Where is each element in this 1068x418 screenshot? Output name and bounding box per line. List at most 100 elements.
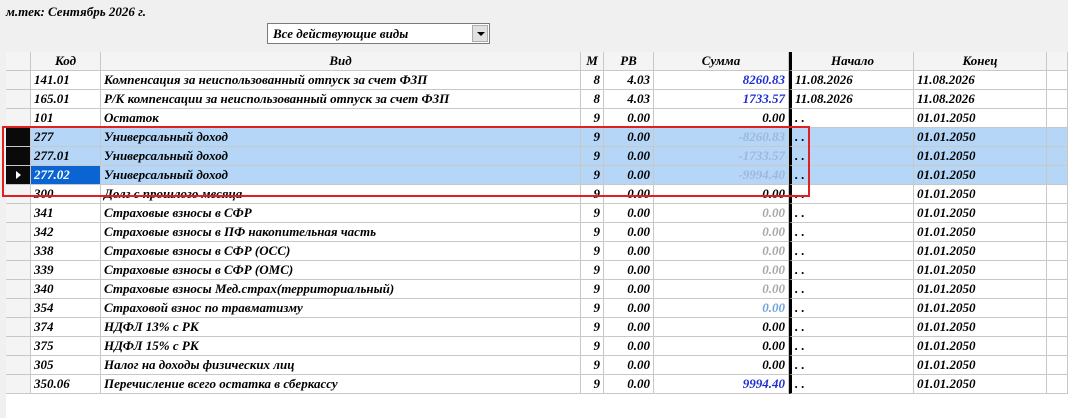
cell-kod[interactable]: 340 [31,280,101,299]
cell-konec[interactable]: 01.01.2050 [914,375,1047,394]
cell-vid[interactable]: Страховые взносы в СФР [101,204,581,223]
cell-rv[interactable]: 0.00 [604,375,654,394]
column-header-summa[interactable]: Сумма [654,52,789,71]
cell-m[interactable]: 9 [581,242,604,261]
cell-konec[interactable]: 01.01.2050 [914,147,1047,166]
cell-rv[interactable]: 0.00 [604,337,654,356]
cell-m[interactable]: 9 [581,356,604,375]
cell-kod[interactable]: 354 [31,299,101,318]
table-row[interactable]: 339 Страховые взносы в СФР (ОМС) 9 0.00 0.00… [6,261,1068,280]
cell-vid[interactable]: Компенсация за неиспользованный отпуск з… [101,71,581,90]
cell-kod[interactable]: 350.06 [31,375,101,394]
cell-konec[interactable]: 01.01.2050 [914,337,1047,356]
cell-vid[interactable]: Налог на доходы физических лиц [101,356,581,375]
cell-m[interactable]: 9 [581,223,604,242]
cell-konec[interactable]: 01.01.2050 [914,261,1047,280]
cell-konec[interactable]: 01.01.2050 [914,318,1047,337]
column-header-vid[interactable]: Вид [101,52,581,71]
cell-rv[interactable]: 0.00 [604,318,654,337]
cell-rv[interactable]: 0.00 [604,299,654,318]
cell-summa[interactable]: 0.00 [654,280,789,299]
cell-nachalo[interactable]: . . [789,204,914,223]
cell-nachalo[interactable]: 11.08.2026 [789,90,914,109]
table-row[interactable]: 342 Страховые взносы в ПФ накопительная ч… [6,223,1068,242]
cell-summa[interactable]: 0.00 [654,299,789,318]
cell-rv[interactable]: 4.03 [604,71,654,90]
cell-nachalo[interactable]: 11.08.2026 [789,71,914,90]
cell-konec[interactable]: 01.01.2050 [914,356,1047,375]
cell-m[interactable]: 9 [581,375,604,394]
cell-vid[interactable]: Страховой взнос по травматизму [101,299,581,318]
cell-summa[interactable]: 0.00 [654,242,789,261]
cell-nachalo[interactable]: . . [789,299,914,318]
cell-m[interactable]: 8 [581,90,604,109]
cell-konec[interactable]: 01.01.2050 [914,166,1047,185]
column-header-konec[interactable]: Конец [914,52,1047,71]
table-row[interactable]: 354 Страховой взнос по травматизму 9 0.00 0.… [6,299,1068,318]
cell-summa[interactable]: 0.00 [654,356,789,375]
cell-summa[interactable]: 0.00 [654,318,789,337]
table-row[interactable]: 341 Страховые взносы в СФР 9 0.00 0.00. . 01.… [6,204,1068,223]
cell-m[interactable]: 9 [581,318,604,337]
cell-konec[interactable]: 01.01.2050 [914,280,1047,299]
cell-vid[interactable]: Страховые взносы в СФР (ОСС) [101,242,581,261]
cell-kod[interactable]: 342 [31,223,101,242]
filter-select[interactable]: Все действующие виды [267,23,490,44]
cell-m[interactable]: 8 [581,71,604,90]
cell-rv[interactable]: 4.03 [604,90,654,109]
column-header-nachalo[interactable]: Начало [789,52,914,71]
cell-konec[interactable]: 01.01.2050 [914,204,1047,223]
table-row[interactable]: 305 Налог на доходы физических лиц 9 0.00 0.… [6,356,1068,375]
cell-konec[interactable]: 01.01.2050 [914,128,1047,147]
cell-summa[interactable]: 1733.57 [654,90,789,109]
table-row[interactable]: 374 НДФЛ 13% с РК 9 0.00 0.00. . 01.01.2050 [6,318,1068,337]
table-row[interactable]: 141.01 Компенсация за неиспользованный от… [6,71,1068,90]
cell-kod[interactable]: 305 [31,356,101,375]
cell-nachalo[interactable]: . . [789,375,914,394]
cell-rv[interactable]: 0.00 [604,223,654,242]
cell-konec[interactable]: 11.08.2026 [914,71,1047,90]
cell-m[interactable]: 9 [581,299,604,318]
cell-kod[interactable]: 341 [31,204,101,223]
cell-kod[interactable]: 165.01 [31,90,101,109]
cell-m[interactable]: 9 [581,337,604,356]
cell-vid[interactable]: Страховые взносы Мед.страх(территориальн… [101,280,581,299]
cell-nachalo[interactable]: . . [789,261,914,280]
cell-nachalo[interactable]: . . [789,242,914,261]
column-header-rv[interactable]: РВ [604,52,654,71]
cell-konec[interactable]: 01.01.2050 [914,185,1047,204]
cell-vid[interactable]: Перечисление всего остатка в сберкассу [101,375,581,394]
table-row[interactable]: 350.06 Перечисление всего остатка в сберк… [6,375,1068,394]
cell-vid[interactable]: Страховые взносы в СФР (ОМС) [101,261,581,280]
cell-vid[interactable]: НДФЛ 13% с РК [101,318,581,337]
cell-kod[interactable]: 338 [31,242,101,261]
cell-m[interactable]: 9 [581,261,604,280]
cell-vid[interactable]: Р/К компенсации за неиспользованный отпу… [101,90,581,109]
cell-summa[interactable]: 0.00 [654,261,789,280]
table-row[interactable]: 340 Страховые взносы Мед.страх(территориа… [6,280,1068,299]
table-row[interactable]: 165.01 Р/К компенсации за неиспользованны… [6,90,1068,109]
cell-vid[interactable]: НДФЛ 15% с РК [101,337,581,356]
cell-konec[interactable]: 01.01.2050 [914,242,1047,261]
cell-kod[interactable]: 339 [31,261,101,280]
cell-nachalo[interactable]: . . [789,223,914,242]
cell-rv[interactable]: 0.00 [604,204,654,223]
cell-summa[interactable]: 8260.83 [654,71,789,90]
cell-kod[interactable]: 141.01 [31,71,101,90]
cell-rv[interactable]: 0.00 [604,280,654,299]
cell-rv[interactable]: 0.00 [604,242,654,261]
cell-konec[interactable]: 01.01.2050 [914,109,1047,128]
cell-rv[interactable]: 0.00 [604,356,654,375]
column-header-m[interactable]: М [581,52,604,71]
chevron-down-icon[interactable] [472,25,488,42]
cell-konec[interactable]: 11.08.2026 [914,90,1047,109]
cell-nachalo[interactable]: . . [789,318,914,337]
cell-kod[interactable]: 374 [31,318,101,337]
cell-summa[interactable]: 9994.40 [654,375,789,394]
cell-nachalo[interactable]: . . [789,337,914,356]
cell-m[interactable]: 9 [581,280,604,299]
accruals-grid[interactable]: Код Вид М РВ Сумма Начало Конец 141.01 Ко… [6,52,1068,418]
table-row[interactable]: 375 НДФЛ 15% с РК 9 0.00 0.00. . 01.01.2050 [6,337,1068,356]
table-row[interactable]: 338 Страховые взносы в СФР (ОСС) 9 0.00 0.00… [6,242,1068,261]
cell-konec[interactable]: 01.01.2050 [914,299,1047,318]
